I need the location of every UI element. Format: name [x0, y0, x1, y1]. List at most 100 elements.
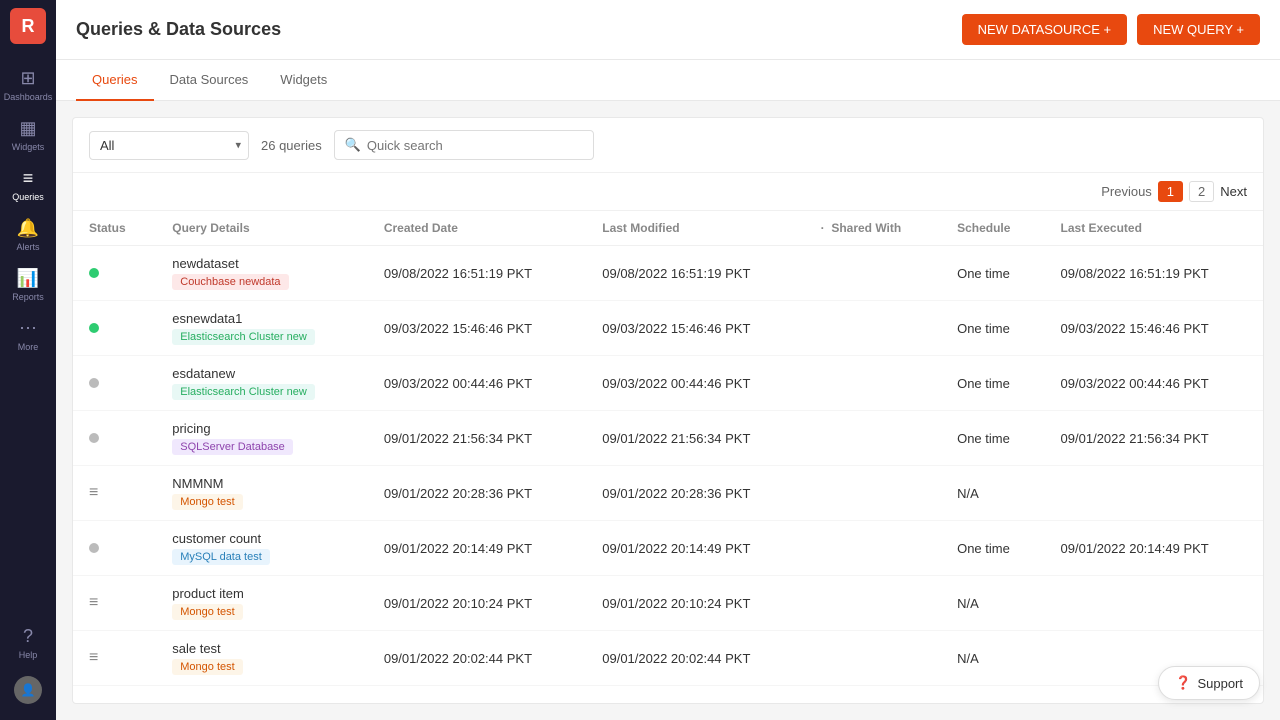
col-last-modified: Last Modified: [586, 211, 804, 246]
cell-status: ≡: [73, 631, 156, 686]
main-content: Queries & Data Sources NEW DATASOURCE + …: [56, 0, 1280, 720]
cell-last-executed: [1045, 466, 1263, 521]
support-label: Support: [1197, 676, 1243, 691]
queries-icon: ≡: [23, 168, 34, 189]
toolbar: All My Queries Shared 26 queries 🔍: [73, 118, 1263, 173]
query-name[interactable]: sale test: [172, 641, 352, 656]
cell-last-modified: 09/01/2022 20:28:36 PKT: [586, 466, 804, 521]
new-query-button[interactable]: NEW QUERY +: [1137, 14, 1260, 45]
sidebar: R ⊞ Dashboards ▦ Widgets ≡ Queries 🔔 Ale…: [0, 0, 56, 720]
cell-status: ≡: [73, 466, 156, 521]
cell-last-executed: 09/03/2022 15:46:46 PKT: [1045, 301, 1263, 356]
tab-queries[interactable]: Queries: [76, 60, 154, 101]
query-name[interactable]: esnewdata1: [172, 311, 352, 326]
status-dot-green: [89, 323, 99, 333]
query-name[interactable]: NMMNM: [172, 476, 352, 491]
query-name[interactable]: product item: [172, 586, 352, 601]
sidebar-item-user[interactable]: 👤: [0, 668, 56, 712]
cell-created-date: 09/01/2022 20:10:24 PKT: [368, 576, 586, 631]
sidebar-item-reports[interactable]: 📊 Reports: [0, 260, 56, 310]
cell-created-date: 09/01/2022 20:02:44 PKT: [368, 631, 586, 686]
cell-schedule: One time: [941, 521, 1044, 576]
sidebar-label-widgets: Widgets: [12, 142, 45, 152]
sidebar-item-help[interactable]: ? Help: [0, 618, 56, 668]
sidebar-item-more[interactable]: ⋯ More: [0, 310, 56, 360]
table-row[interactable]: ≡ sale test Mongo test 09/01/2022 20:02:…: [73, 631, 1263, 686]
page-header: Queries & Data Sources NEW DATASOURCE + …: [56, 0, 1280, 60]
cell-schedule: N/A: [941, 466, 1044, 521]
more-icon: ⋯: [19, 318, 37, 339]
search-icon: 🔍: [345, 137, 361, 153]
cell-schedule: N/A: [941, 631, 1044, 686]
cell-shared-with: [805, 521, 941, 576]
query-name[interactable]: pricing: [172, 421, 352, 436]
support-button[interactable]: ❓ Support: [1158, 666, 1260, 700]
col-query-details: Query Details: [156, 211, 368, 246]
status-lines-icon: ≡: [89, 484, 98, 501]
col-shared-with: · Shared With: [805, 211, 941, 246]
cell-status: [73, 301, 156, 356]
tab-widgets[interactable]: Widgets: [264, 60, 343, 101]
col-status: Status: [73, 211, 156, 246]
query-name[interactable]: newdataset: [172, 256, 352, 271]
status-lines-icon: ≡: [89, 594, 98, 611]
cell-last-modified: 09/01/2022 21:56:34 PKT: [586, 411, 804, 466]
cell-query-details: customer count MySQL data test: [156, 521, 368, 576]
new-datasource-button[interactable]: NEW DATASOURCE +: [962, 14, 1128, 45]
avatar[interactable]: 👤: [14, 676, 42, 704]
page-1-button[interactable]: 1: [1158, 181, 1183, 202]
cell-query-details: pricing SQLServer Database: [156, 411, 368, 466]
cell-created-date: 09/01/2022 21:56:34 PKT: [368, 411, 586, 466]
help-icon: ?: [23, 626, 33, 647]
sidebar-item-alerts[interactable]: 🔔 Alerts: [0, 210, 56, 260]
next-label[interactable]: Next: [1220, 184, 1247, 199]
col-created-date: Created Date: [368, 211, 586, 246]
query-name[interactable]: esdatanew: [172, 366, 352, 381]
cell-query-details: NMMNM Mongo test: [156, 466, 368, 521]
cell-status: [73, 411, 156, 466]
query-tag: Couchbase newdata: [172, 274, 288, 290]
cell-last-modified: 09/01/2022 20:10:24 PKT: [586, 576, 804, 631]
query-tag: Elasticsearch Cluster new: [172, 329, 315, 345]
sidebar-item-dashboards[interactable]: ⊞ Dashboards: [0, 60, 56, 110]
table-row[interactable]: esdatanew Elasticsearch Cluster new 09/0…: [73, 356, 1263, 411]
cell-created-date: 09/03/2022 15:46:46 PKT: [368, 301, 586, 356]
table-row[interactable]: ≡ NMMNM Mongo test 09/01/2022 20:28:36 P…: [73, 466, 1263, 521]
cell-schedule: One time: [941, 246, 1044, 301]
sidebar-item-widgets[interactable]: ▦ Widgets: [0, 110, 56, 160]
table-header: Status Query Details Created Date Last M…: [73, 211, 1263, 246]
cell-status: ≡: [73, 576, 156, 631]
query-tag: MySQL data test: [172, 549, 270, 565]
table-row[interactable]: customer count MySQL data test 09/01/202…: [73, 521, 1263, 576]
reports-icon: 📊: [17, 268, 39, 289]
query-tag: SQLServer Database: [172, 439, 293, 455]
table-row[interactable]: pricing SQLServer Database 09/01/2022 21…: [73, 411, 1263, 466]
table-row[interactable]: newdataset Couchbase newdata 09/08/2022 …: [73, 246, 1263, 301]
sidebar-label-more: More: [18, 342, 39, 352]
cell-status: [73, 521, 156, 576]
cell-last-executed: 09/01/2022 21:56:34 PKT: [1045, 411, 1263, 466]
sidebar-label-help: Help: [19, 650, 38, 660]
sidebar-item-queries[interactable]: ≡ Queries: [0, 160, 56, 210]
query-tag: Mongo test: [172, 494, 242, 510]
query-tag: Elasticsearch Cluster new: [172, 384, 315, 400]
pagination: Previous 1 2 Next: [73, 173, 1263, 211]
cell-created-date: 09/08/2022 16:51:19 PKT: [368, 246, 586, 301]
table: Status Query Details Created Date Last M…: [73, 211, 1263, 686]
table-row[interactable]: ≡ product item Mongo test 09/01/2022 20:…: [73, 576, 1263, 631]
cell-created-date: 09/01/2022 20:28:36 PKT: [368, 466, 586, 521]
sidebar-label-alerts: Alerts: [16, 242, 39, 252]
search-box: 🔍: [334, 130, 594, 160]
search-input[interactable]: [367, 138, 583, 153]
app-logo[interactable]: R: [10, 8, 46, 44]
table-row[interactable]: esnewdata1 Elasticsearch Cluster new 09/…: [73, 301, 1263, 356]
filter-select[interactable]: All My Queries Shared: [89, 131, 249, 160]
status-lines-icon: ≡: [89, 649, 98, 666]
query-name[interactable]: customer count: [172, 531, 352, 546]
tab-bar: Queries Data Sources Widgets: [56, 60, 1280, 101]
cell-shared-with: [805, 411, 941, 466]
query-tag: Mongo test: [172, 604, 242, 620]
page-2-button[interactable]: 2: [1189, 181, 1214, 202]
tab-datasources[interactable]: Data Sources: [154, 60, 265, 101]
cell-status: [73, 246, 156, 301]
